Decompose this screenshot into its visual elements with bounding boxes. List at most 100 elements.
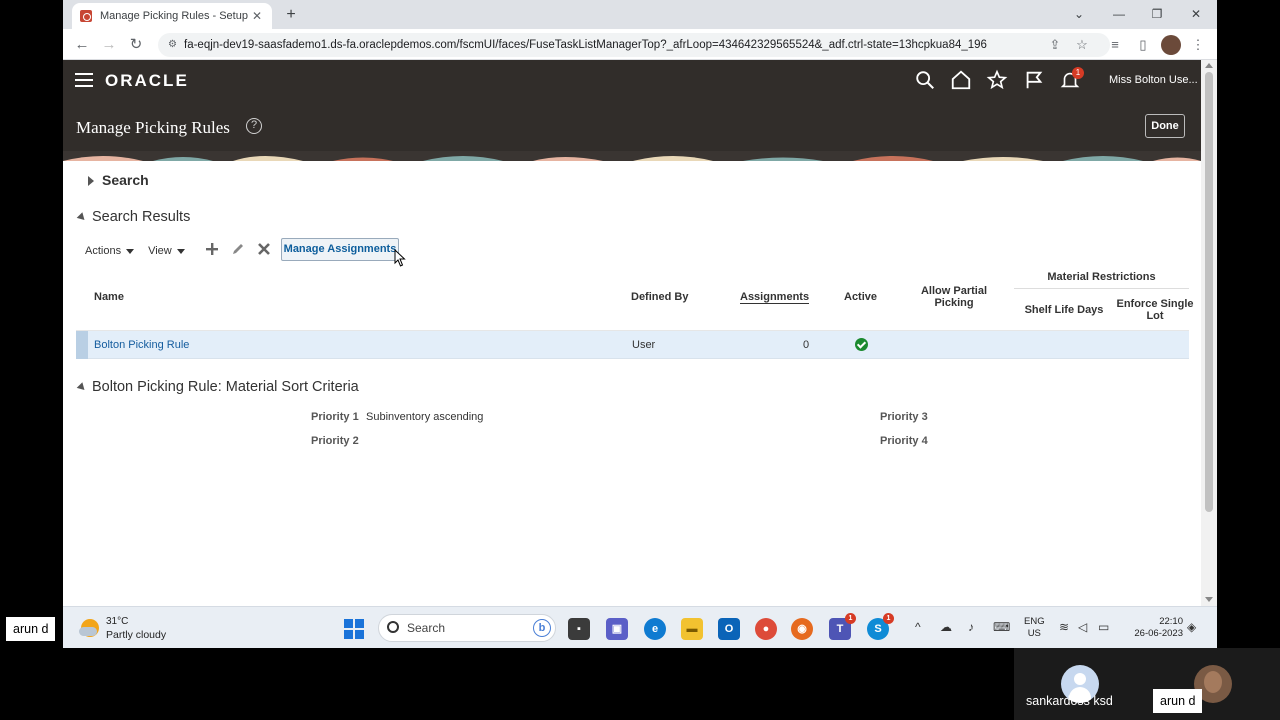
page-title-bar: Manage Picking Rules ? Done [63,101,1201,151]
teams-badge: 1 [845,613,856,624]
done-button[interactable]: Done [1145,114,1185,138]
windows-start-icon[interactable] [344,619,364,639]
weather-temperature[interactable]: 31°C [106,616,128,627]
participant-name-1: sankardoss ksd [1026,694,1113,708]
windows-taskbar: 31°C Partly cloudy Search b ▪ ▣ e ▬ O ● … [63,606,1217,648]
page-scrollbar[interactable] [1201,60,1217,606]
column-name[interactable]: Name [94,291,124,303]
skype-icon[interactable]: S1 [867,613,894,640]
notification-center-icon[interactable]: ◈ [1187,620,1196,634]
priority-4-label: Priority 4 [880,435,928,447]
file-explorer-icon[interactable]: ▬ [681,618,703,640]
edit-pencil-icon[interactable] [229,242,247,260]
new-tab-button[interactable]: + [281,5,301,25]
bookmark-star-icon[interactable]: ☆ [1072,35,1092,55]
row-selection-marker [76,331,88,359]
column-active[interactable]: Active [844,291,877,303]
view-menu[interactable]: View [148,245,185,257]
onedrive-cloud-icon[interactable]: ☁ [940,620,952,634]
column-defined-by[interactable]: Defined By [631,291,688,303]
skype-badge: 1 [883,613,894,624]
participant-name-2: arun d [1153,689,1203,713]
search-icon[interactable] [914,69,938,93]
clock-time: 22:10 [1159,616,1183,627]
forward-arrow-icon[interactable]: → [99,35,119,55]
actions-menu[interactable]: Actions [85,245,135,257]
search-results-label: Search Results [92,209,191,225]
scroll-down-arrow-icon[interactable] [1205,597,1213,602]
search-section-label: Search [102,172,149,188]
page-title: Manage Picking Rules [76,118,230,137]
reading-list-icon[interactable]: ≡ [1105,35,1125,55]
browser-menu-icon[interactable]: ⋮ [1188,35,1208,55]
url-field[interactable]: ⚙ fa-eqjn-dev19-saasfademo1.ds-fa.oracle… [158,33,1110,57]
profile-avatar[interactable] [1161,35,1181,55]
bing-icon[interactable]: b [533,619,551,637]
chrome-icon[interactable]: ● [755,618,777,640]
search-section-header[interactable]: Search [88,172,149,188]
screen: Manage Picking Rules - Setup an ✕ + ⌄ — … [0,0,1280,720]
navigator-menu-icon[interactable] [75,73,93,87]
watchlist-flag-icon[interactable] [1023,69,1047,93]
close-tab-icon[interactable]: ✕ [250,9,264,23]
taskbar-search-box[interactable]: Search b [378,614,556,642]
browser-window: Manage Picking Rules - Setup an ✕ + ⌄ — … [63,0,1217,648]
close-window-button[interactable]: ✕ [1184,4,1208,24]
firefox-icon[interactable]: ◉ [791,618,813,640]
volume-icon[interactable]: ◁ [1078,620,1087,634]
table-row[interactable]: Bolton Picking Rule User 0 [76,331,1189,359]
priority-2-label: Priority 2 [311,435,359,447]
microphone-icon[interactable]: ♪ [968,620,974,634]
search-results-header[interactable]: Search Results [76,209,191,225]
main-content: Search Search Results Actions View Manag… [63,161,1201,606]
minimize-button[interactable]: — [1107,4,1131,24]
decorative-banner [63,151,1201,161]
edge-icon[interactable]: e [644,618,666,640]
keyboard-icon[interactable]: ⌨ [993,620,1010,634]
column-assignments[interactable]: Assignments [740,291,810,304]
teams-icon[interactable]: T1 [829,613,856,640]
delete-x-icon[interactable] [255,242,273,260]
home-icon[interactable] [950,69,974,93]
presenter-name-chip: arun d [6,617,56,641]
column-enforce-single-lot[interactable]: Enforce Single Lot [1100,298,1210,322]
outlook-icon[interactable]: O [718,618,740,640]
restore-button[interactable]: ❐ [1145,4,1169,24]
actions-caret-icon [126,248,135,254]
battery-icon[interactable]: ▭ [1098,620,1109,634]
back-arrow-icon[interactable]: ← [72,35,92,55]
column-allow-partial-line2: Picking [934,297,974,309]
rule-name-link[interactable]: Bolton Picking Rule [94,339,189,351]
scroll-up-arrow-icon[interactable] [1205,63,1213,68]
user-menu[interactable]: Miss Bolton Use... [1109,74,1198,86]
sort-criteria-header[interactable]: Bolton Picking Rule: Material Sort Crite… [76,379,359,395]
manage-assignments-button[interactable]: Manage Assignments [281,238,399,261]
reload-icon[interactable]: ↻ [126,35,146,55]
share-icon[interactable]: ⇪ [1045,35,1065,55]
wifi-icon[interactable]: ≋ [1059,620,1069,634]
hidden-icons-chevron-icon[interactable]: ^ [915,620,921,634]
weather-description[interactable]: Partly cloudy [106,629,166,641]
view-caret-icon [176,248,185,254]
tab-title: Manage Picking Rules - Setup an [100,10,250,22]
favorites-star-icon[interactable] [986,69,1010,93]
help-icon[interactable]: ? [246,118,262,134]
notifications-bell-icon[interactable]: 1 [1059,67,1084,93]
column-allow-partial-picking[interactable]: Allow Partial Picking [912,285,996,309]
side-panel-icon[interactable]: ▯ [1133,35,1153,55]
scrollbar-thumb[interactable] [1205,72,1213,512]
weather-icon[interactable] [79,619,99,637]
add-icon[interactable] [203,242,221,260]
tab-search-icon[interactable]: ⌄ [1067,4,1091,24]
sort-criteria-label: Bolton Picking Rule: Material Sort Crite… [92,379,359,395]
assignments-cell: 0 [803,339,810,351]
browser-tab[interactable]: Manage Picking Rules - Setup an ✕ [72,3,272,29]
language-indicator[interactable]: ENG US [1024,616,1045,640]
site-info-icon[interactable]: ⚙ [168,33,177,57]
language-line2: US [1027,628,1041,639]
system-clock[interactable]: 22:10 26-06-2023 [1125,616,1183,640]
task-view-icon[interactable]: ▪ [568,618,590,640]
teams-chat-icon[interactable]: ▣ [606,618,628,640]
oracle-logo: ORACLE [105,71,189,90]
address-bar: ← → ↻ ⚙ fa-eqjn-dev19-saasfademo1.ds-fa.… [63,29,1217,60]
